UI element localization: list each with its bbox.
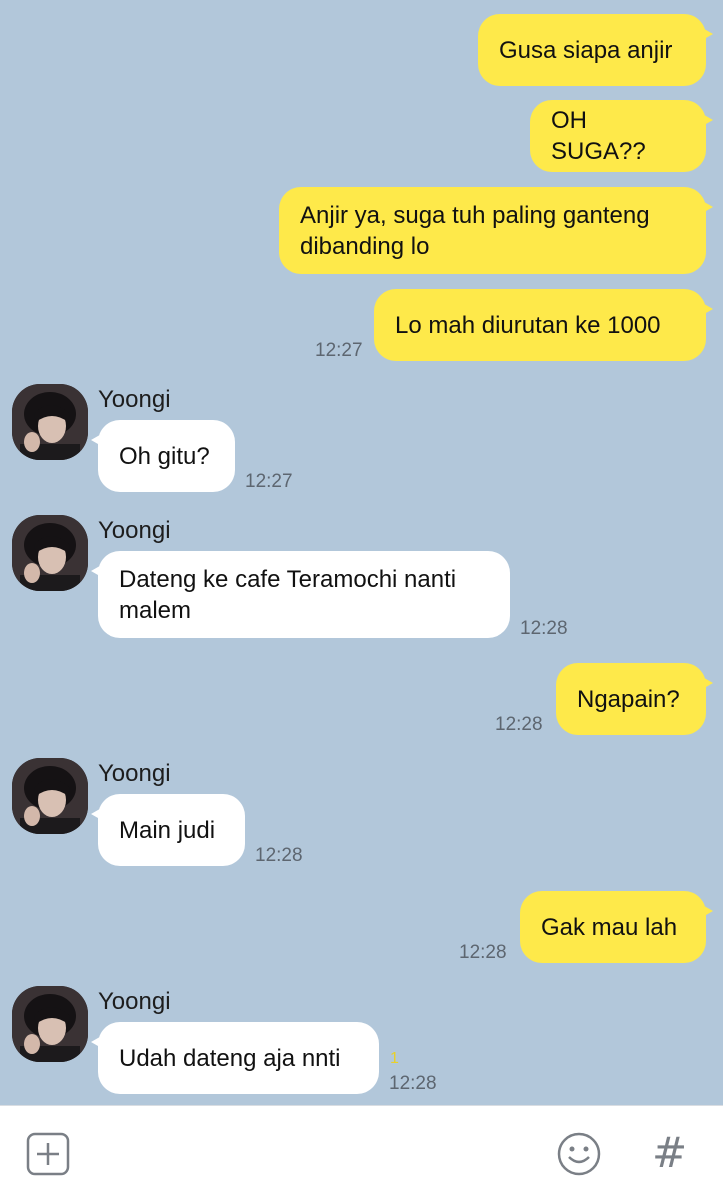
message-text: Oh gitu? [119, 442, 210, 470]
message-text: Lo mah diurutan ke 1000 [395, 311, 661, 339]
message-time: 12:28 [459, 942, 507, 963]
outgoing-message[interactable]: Lo mah diurutan ke 1000 [374, 289, 713, 361]
outgoing-message[interactable]: Anjir ya, suga tuh paling ganteng diband… [279, 187, 713, 274]
outgoing-message[interactable]: Gak mau lah [520, 891, 713, 963]
message-text: Gak mau lah [541, 913, 678, 941]
message-text: Main judi [119, 816, 216, 844]
hashtag-icon[interactable]: # [652, 1128, 687, 1177]
message-time: 12:28 [255, 845, 303, 866]
avatar-photo-icon [12, 515, 88, 591]
message-text: OH SUGA?? [551, 107, 646, 165]
message-text: Dateng ke cafe Teramochi nanti malem [119, 565, 457, 624]
contact-name: Yoongi [98, 517, 171, 544]
message-text: Gusa siapa anjir [499, 36, 673, 64]
message-time: 12:28 [389, 1073, 437, 1094]
avatar-photo-icon [12, 758, 88, 834]
message-time: 12:27 [245, 471, 293, 492]
unread-count: 1 [390, 1050, 399, 1067]
input-bar: # [0, 1105, 723, 1201]
avatar[interactable] [12, 384, 88, 460]
avatar[interactable] [12, 515, 88, 591]
plus-box-icon[interactable] [26, 1132, 70, 1181]
contact-name: Yoongi [98, 386, 171, 413]
avatar-photo-icon [12, 384, 88, 460]
outgoing-message[interactable]: Gusa siapa anjir [478, 14, 713, 86]
message-text: Ngapain? [577, 685, 680, 713]
message-time: 12:28 [520, 618, 568, 639]
outgoing-message[interactable]: OH SUGA?? [530, 100, 713, 172]
avatar-photo-icon [12, 986, 88, 1062]
incoming-message[interactable]: Udah dateng aja nnti [91, 1022, 379, 1094]
incoming-message[interactable]: Dateng ke cafe Teramochi nanti malem [91, 551, 510, 638]
incoming-message[interactable]: Oh gitu? [91, 420, 235, 492]
message-text: Anjir ya, suga tuh paling ganteng diband… [300, 201, 650, 260]
incoming-message[interactable]: Main judi [91, 794, 245, 866]
emoji-icon[interactable] [556, 1131, 602, 1182]
contact-name: Yoongi [98, 760, 171, 787]
chat-area[interactable]: Gusa siapa anjir OH SUGA?? Anjir ya, sug… [0, 0, 723, 1105]
contact-name: Yoongi [98, 988, 171, 1015]
message-time: 12:27 [315, 340, 363, 361]
avatar[interactable] [12, 986, 88, 1062]
avatar[interactable] [12, 758, 88, 834]
message-time: 12:28 [495, 714, 543, 735]
message-text: Udah dateng aja nnti [119, 1044, 341, 1072]
outgoing-message[interactable]: Ngapain? [556, 663, 713, 735]
